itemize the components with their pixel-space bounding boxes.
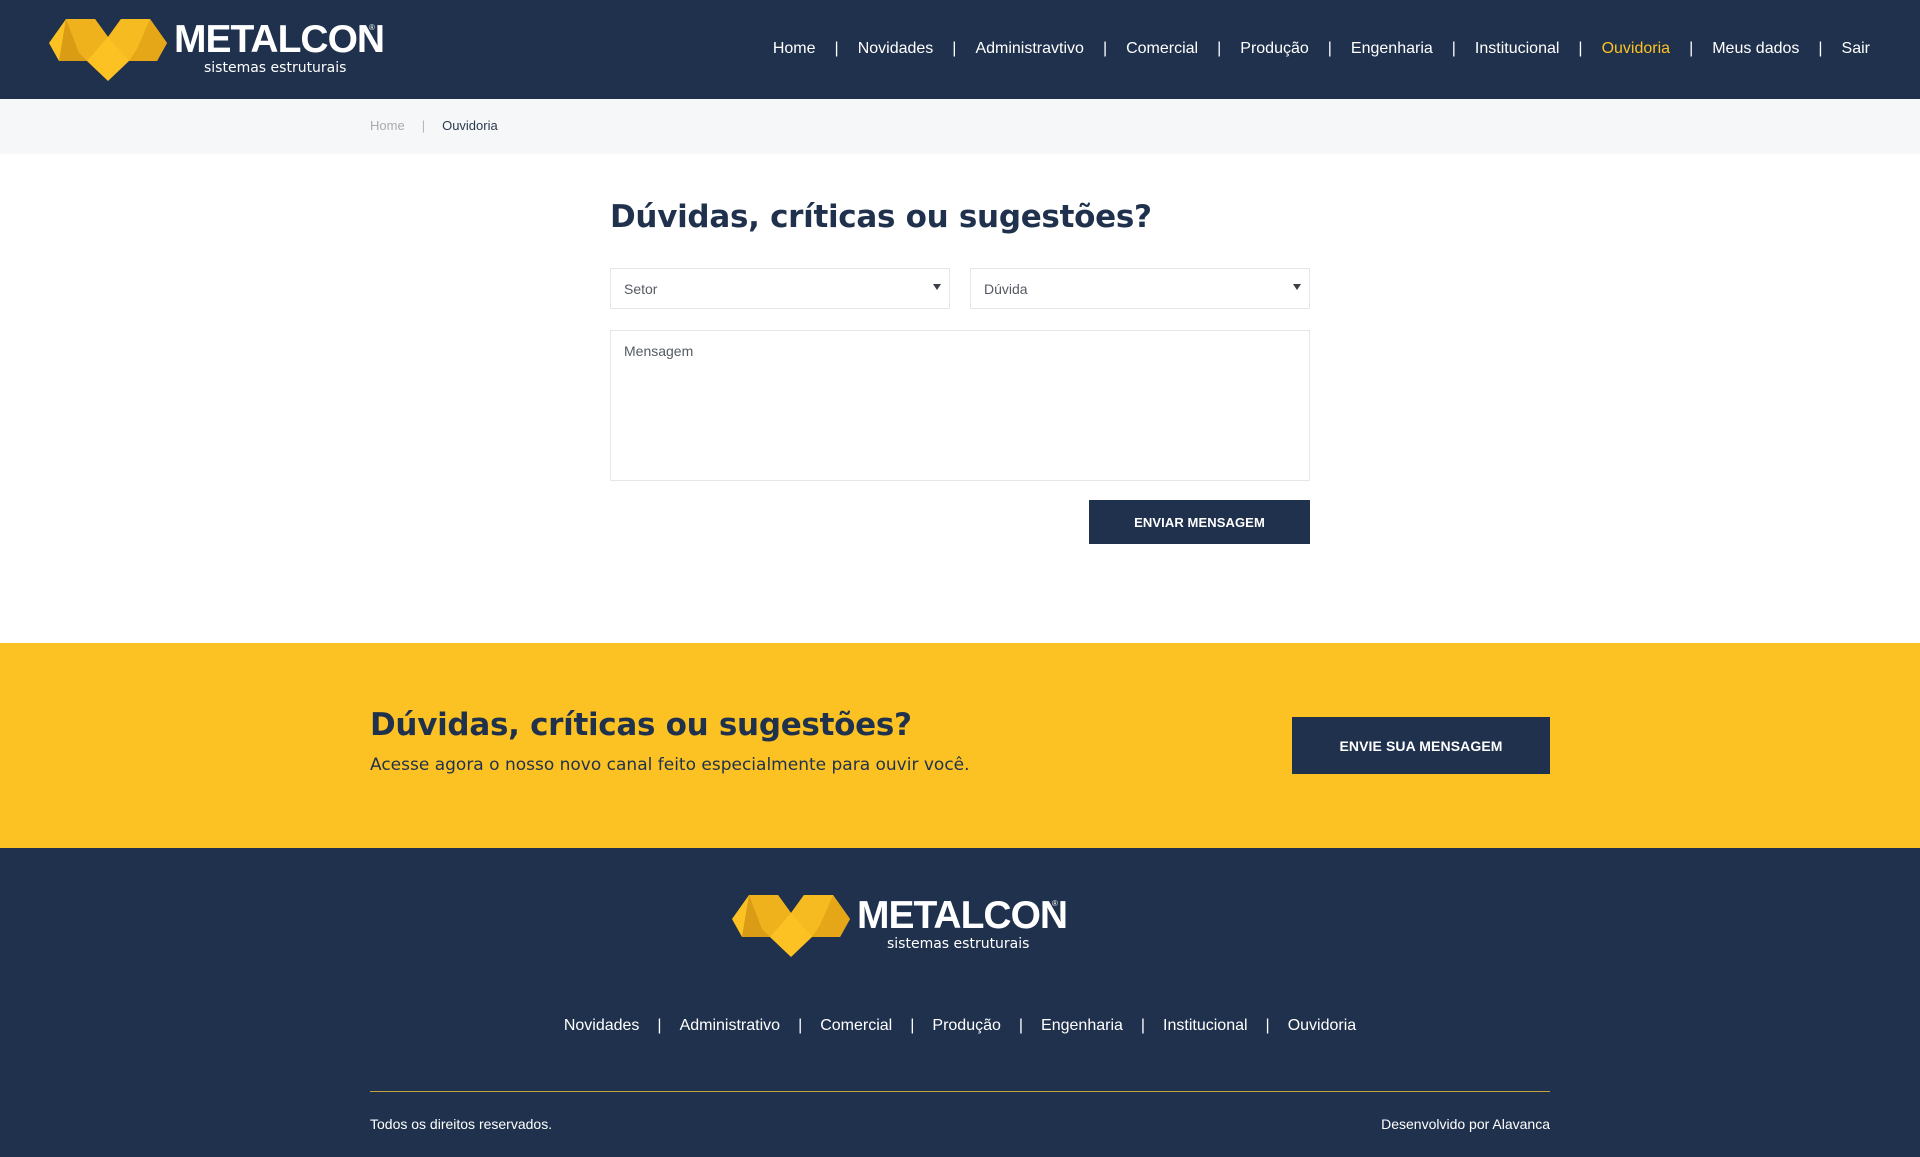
nav-item-engenharia[interactable]: Engenharia (1351, 34, 1433, 64)
caret-down-icon (1293, 284, 1301, 290)
nav-item-institucional[interactable]: Institucional (1475, 34, 1560, 64)
nav-separator: | (952, 40, 957, 57)
nav-item-producao[interactable]: Produção (1240, 34, 1309, 64)
breadcrumb: Home | Ouvidoria (370, 117, 498, 135)
logo-wordmark: METALCON (174, 18, 385, 61)
footer-nav-separator: | (1018, 1017, 1024, 1034)
footer-nav-separator: | (1265, 1017, 1270, 1034)
nav-item-meus-dados[interactable]: Meus dados (1712, 34, 1799, 64)
breadcrumb-separator: | (421, 118, 426, 133)
nav-separator: | (834, 40, 839, 57)
registered-mark: ® (369, 23, 375, 32)
metalcon-logo-mark-icon (49, 19, 167, 81)
footer-nav-separator: | (1140, 1017, 1146, 1034)
footer-nav: Novidades | Administrativo | Comercial |… (0, 1011, 1920, 1041)
message-textarea[interactable]: Mensagem (610, 330, 1310, 481)
main-nav: Home | Novidades | Administravtivo | Com… (773, 34, 1870, 64)
nav-item-sair[interactable]: Sair (1842, 34, 1870, 64)
nav-item-ouvidoria[interactable]: Ouvidoria (1602, 34, 1670, 64)
send-your-message-button[interactable]: ENVIE SUA MENSAGEM (1292, 717, 1550, 774)
nav-item-novidades[interactable]: Novidades (858, 34, 934, 64)
developer-credit-link[interactable]: Desenvolvido por Alavanca (1381, 1114, 1550, 1134)
footer-nav-item-novidades[interactable]: Novidades (564, 1011, 640, 1041)
registered-mark: ® (1052, 899, 1058, 908)
logo-tagline: sistemas estruturais (887, 936, 1030, 952)
send-message-button[interactable]: ENVIAR MENSAGEM (1089, 500, 1310, 544)
nav-separator: | (1818, 40, 1823, 57)
nav-separator: | (1451, 40, 1456, 57)
message-placeholder: Mensagem (624, 343, 694, 359)
footer-nav-separator: | (798, 1017, 803, 1034)
nav-item-administrativo[interactable]: Administravtivo (975, 34, 1083, 64)
footer-nav-separator: | (910, 1017, 915, 1034)
logo-tagline: sistemas estruturais (204, 60, 347, 76)
breadcrumb-bar: Home | Ouvidoria (0, 99, 1920, 154)
footer-nav-item-engenharia[interactable]: Engenharia (1041, 1011, 1123, 1041)
copyright-text: Todos os direitos reservados. (370, 1116, 553, 1132)
footer-nav-item-ouvidoria[interactable]: Ouvidoria (1288, 1011, 1356, 1041)
footer-nav-item-producao[interactable]: Produção (932, 1011, 1001, 1041)
footer-nav-item-administrativo[interactable]: Administrativo (680, 1011, 780, 1041)
nav-separator: | (1689, 40, 1694, 57)
nav-separator: | (1217, 40, 1222, 57)
footer-metalcon-logo[interactable]: METALCON ® sistemas estruturais (732, 895, 1068, 957)
nav-separator: | (1578, 40, 1583, 57)
footer-nav-item-institucional[interactable]: Institucional (1163, 1011, 1248, 1041)
cta-title: Dúvidas, críticas ou sugestões? (370, 707, 912, 743)
caret-down-icon (933, 284, 941, 290)
sector-select-value: Setor (624, 281, 658, 297)
breadcrumb-home-link[interactable]: Home (370, 117, 405, 135)
site-header: METALCON ® sistemas estruturais Home | N… (0, 0, 1920, 99)
sector-select[interactable]: Setor (610, 268, 950, 309)
cta-subtitle: Acesse agora o nosso novo canal feito es… (370, 755, 970, 775)
nav-separator: | (1102, 40, 1108, 57)
message-type-select[interactable]: Dúvida (970, 268, 1310, 309)
cta-banner: Dúvidas, críticas ou sugestões? Acesse a… (0, 643, 1920, 848)
metalcon-logo-mark-icon (732, 895, 850, 957)
footer-nav-item-comercial[interactable]: Comercial (820, 1011, 892, 1041)
metalcon-logo[interactable]: METALCON ® sistemas estruturais (49, 19, 385, 81)
breadcrumb-current: Ouvidoria (442, 118, 498, 133)
footer-nav-separator: | (657, 1017, 662, 1034)
nav-item-home[interactable]: Home (773, 34, 816, 64)
nav-item-comercial[interactable]: Comercial (1126, 34, 1198, 64)
page-title: Dúvidas, críticas ou sugestões? (610, 199, 1152, 235)
message-type-select-value: Dúvida (984, 281, 1028, 297)
logo-wordmark: METALCON (857, 894, 1068, 937)
footer-divider (370, 1091, 1550, 1092)
nav-separator: | (1327, 40, 1332, 57)
